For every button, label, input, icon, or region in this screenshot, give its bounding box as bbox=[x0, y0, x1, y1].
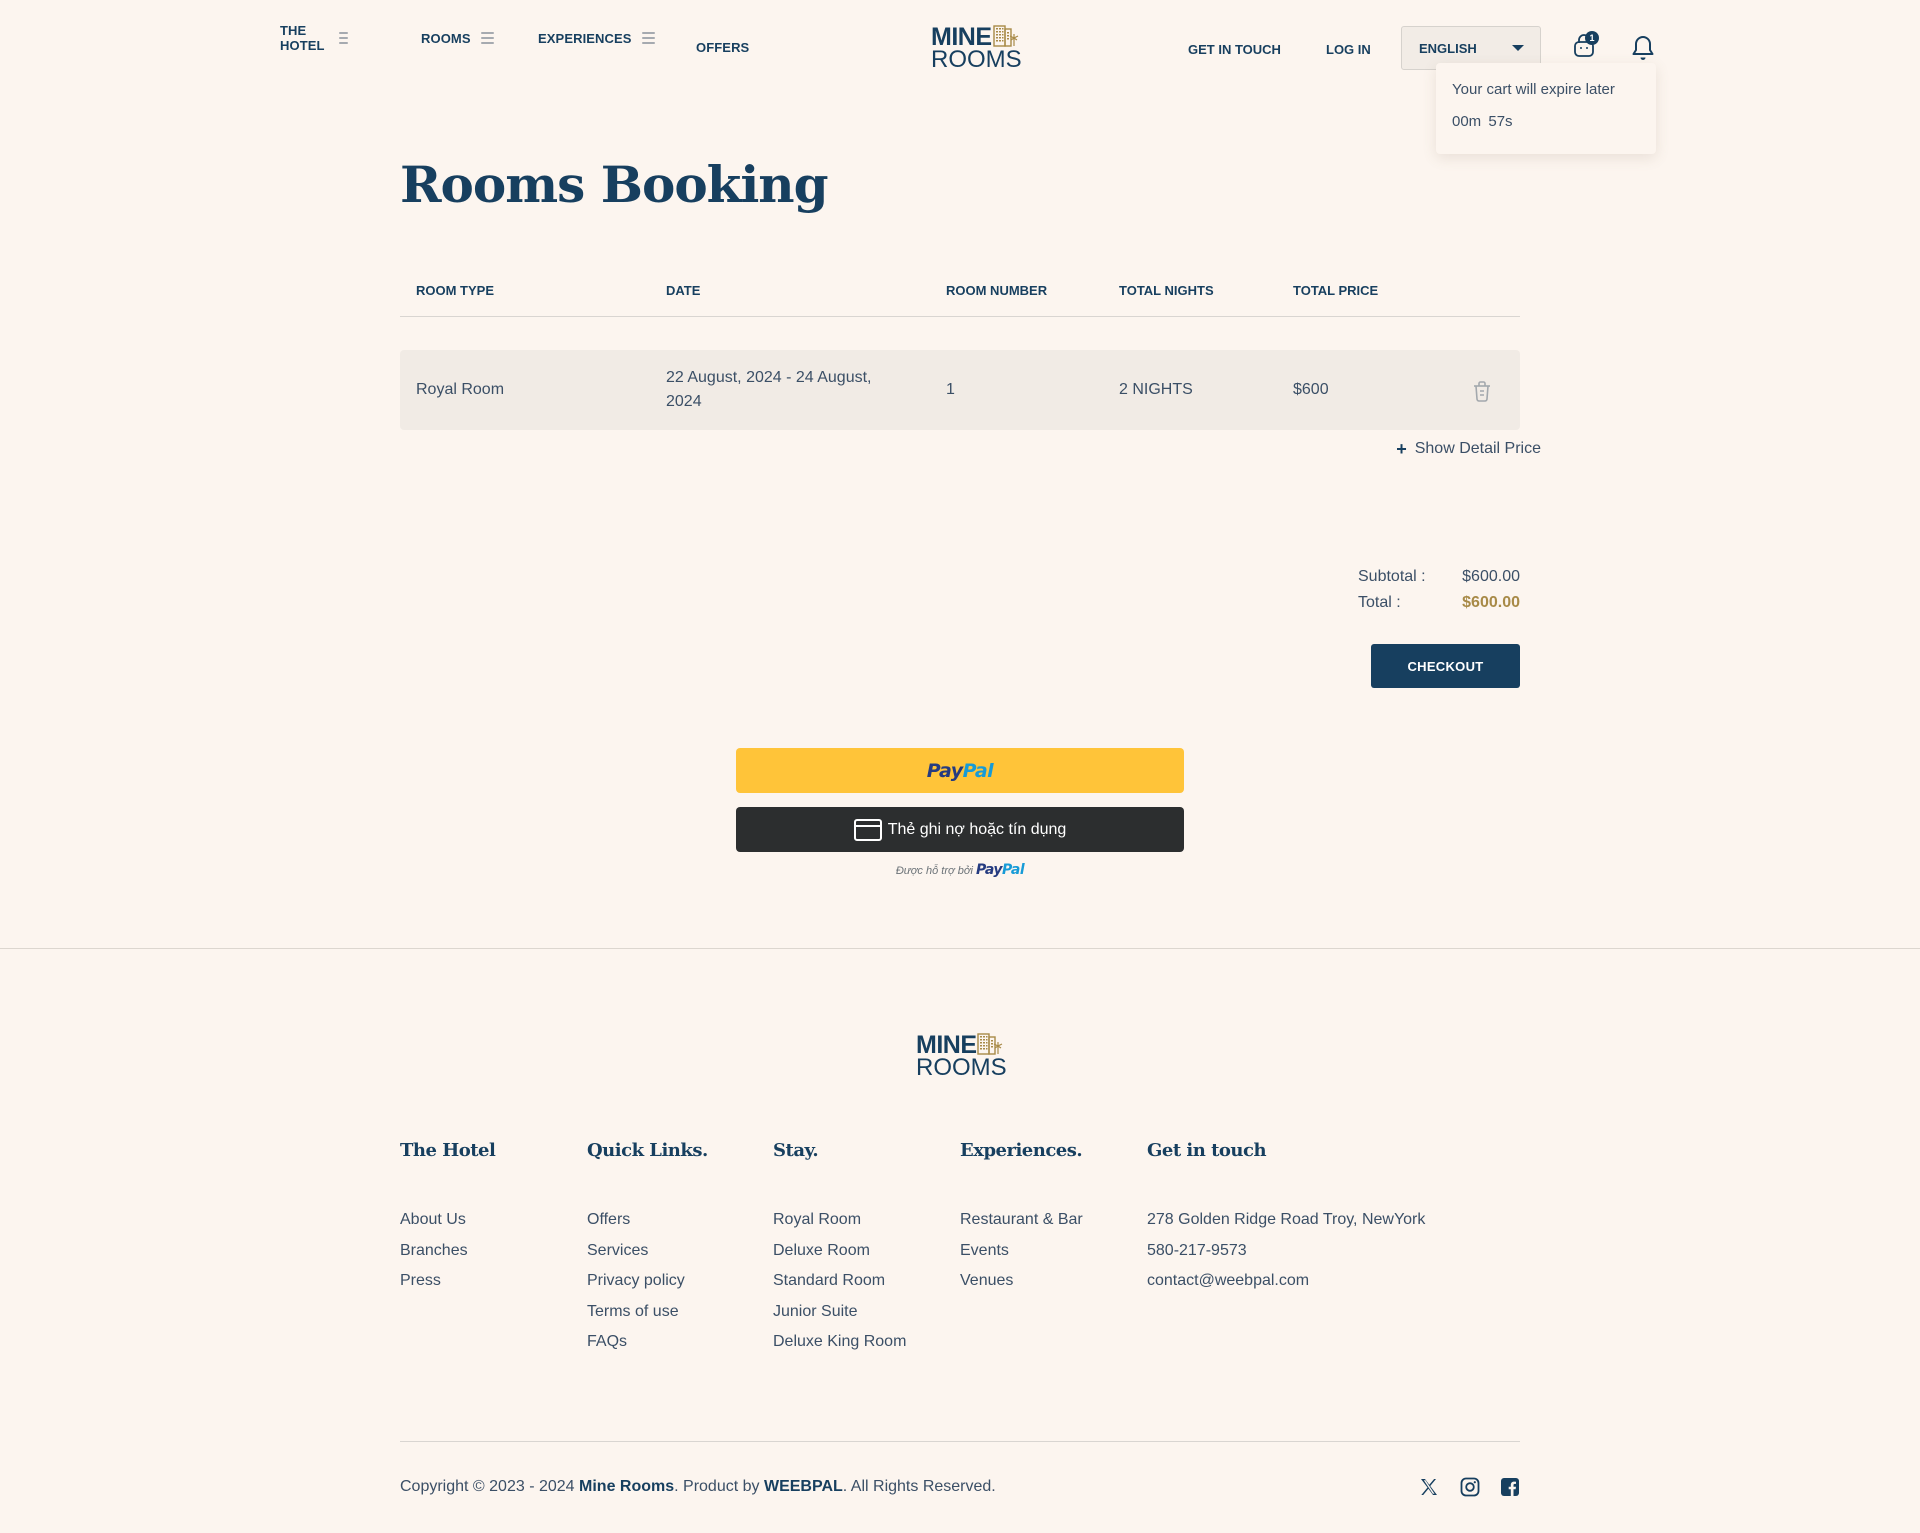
notifications-button[interactable] bbox=[1631, 34, 1655, 62]
footer-link[interactable]: Deluxe Room bbox=[773, 1242, 906, 1273]
header-date: DATE bbox=[666, 283, 701, 298]
x-link[interactable] bbox=[1419, 1477, 1439, 1497]
header-room-number: ROOM NUMBER bbox=[946, 283, 1048, 298]
table-row: Royal Room 22 August, 2024 - 24 August, … bbox=[400, 350, 1520, 430]
paypal-logo: PayPal bbox=[975, 862, 1025, 878]
footer-column-title: Stay. bbox=[773, 1140, 819, 1161]
footer-link[interactable]: Privacy policy bbox=[587, 1272, 708, 1303]
company-name: WEEBPAL bbox=[763, 1478, 843, 1495]
delete-row-button[interactable] bbox=[1472, 380, 1492, 402]
contact-email[interactable]: contact@weebpal.com bbox=[1147, 1272, 1425, 1303]
cart-expiry-popup: Your cart will expire later 00m 57s bbox=[1436, 63, 1656, 154]
footer-column-title: Experiences. bbox=[960, 1140, 1083, 1161]
hotel-building-icon bbox=[977, 1033, 1003, 1055]
instagram-icon bbox=[1460, 1477, 1480, 1497]
table-header: ROOM TYPE DATE ROOM NUMBER TOTAL NIGHTS … bbox=[400, 270, 1520, 317]
nav-offers[interactable]: OFFERS bbox=[696, 40, 749, 55]
footer-bottom-divider bbox=[400, 1441, 1520, 1442]
menu-icon bbox=[339, 32, 348, 44]
footer-column-title: The Hotel bbox=[400, 1140, 496, 1161]
x-icon bbox=[1421, 1479, 1437, 1495]
footer-link[interactable]: Royal Room bbox=[773, 1211, 906, 1242]
nav-experiences[interactable]: EXPERIENCES bbox=[538, 31, 655, 46]
nav-the-hotel[interactable]: THE HOTEL bbox=[280, 23, 348, 53]
menu-icon bbox=[480, 32, 494, 44]
paypal-button[interactable]: PayPal bbox=[736, 748, 1184, 793]
site-header: THE HOTEL ROOMS EXPERIENCES OFFERS MINE … bbox=[0, 0, 1920, 154]
footer-link[interactable]: Venues bbox=[960, 1272, 1083, 1303]
copyright-text: Copyright © 2023 - 2024 Mine Rooms. Prod… bbox=[400, 1478, 996, 1495]
cart-button[interactable]: 1 bbox=[1573, 31, 1599, 60]
cell-total-price: $600 bbox=[1293, 381, 1329, 398]
footer-column-experiences: Experiences. Restaurant & Bar Events Ven… bbox=[960, 1140, 1083, 1303]
hotel-building-icon bbox=[993, 25, 1019, 47]
contact-address: 278 Golden Ridge Road Troy, NewYork bbox=[1147, 1211, 1426, 1228]
facebook-icon bbox=[1501, 1478, 1519, 1496]
footer-divider bbox=[0, 948, 1920, 949]
cart-expiry-message: Your cart will expire later bbox=[1452, 81, 1615, 98]
footer-link[interactable]: Junior Suite bbox=[773, 1303, 906, 1334]
header-total-price: TOTAL PRICE bbox=[1293, 283, 1379, 298]
brand-name: Mine Rooms bbox=[579, 1478, 675, 1495]
footer-column-quick-links: Quick Links. Offers Services Privacy pol… bbox=[587, 1140, 708, 1364]
footer-link[interactable]: Deluxe King Room bbox=[773, 1333, 906, 1364]
footer-column-title: Quick Links. bbox=[587, 1140, 708, 1161]
show-detail-price-toggle[interactable]: + Show Detail Price bbox=[1396, 440, 1541, 458]
footer-link[interactable]: Offers bbox=[587, 1211, 708, 1242]
page-title: Rooms Booking bbox=[400, 155, 829, 214]
site-logo[interactable]: MINE ROOMS bbox=[931, 25, 1022, 72]
cell-room-number: 1 bbox=[946, 381, 955, 398]
total-value: $600.00 bbox=[1462, 594, 1520, 611]
footer-link[interactable]: Events bbox=[960, 1242, 1083, 1273]
nav-rooms[interactable]: ROOMS bbox=[421, 31, 494, 46]
facebook-link[interactable] bbox=[1500, 1477, 1520, 1497]
footer-link[interactable]: Restaurant & Bar bbox=[960, 1211, 1083, 1242]
footer-link[interactable]: Branches bbox=[400, 1242, 495, 1273]
footer-column-stay: Stay. Royal Room Deluxe Room Standard Ro… bbox=[773, 1140, 906, 1364]
powered-by-paypal: Được hỗ trợ bởi PayPal bbox=[895, 862, 1025, 878]
footer-link[interactable]: Terms of use bbox=[587, 1303, 708, 1334]
cell-room-type: Royal Room bbox=[416, 381, 505, 398]
subtotal-value: $600.00 bbox=[1462, 568, 1520, 585]
footer-link[interactable]: About Us bbox=[400, 1211, 495, 1242]
cell-total-nights: 2 NIGHTS bbox=[1119, 381, 1193, 398]
footer-link[interactable]: FAQs bbox=[587, 1333, 708, 1364]
footer-link[interactable]: Services bbox=[587, 1242, 708, 1273]
footer-column-the-hotel: The Hotel About Us Branches Press bbox=[400, 1140, 496, 1303]
log-in-link[interactable]: LOG IN bbox=[1326, 42, 1371, 57]
cell-date: 22 August, 2024 - 24 August, 2024 bbox=[666, 369, 872, 410]
footer-logo[interactable]: MINE ROOMS bbox=[916, 1033, 1007, 1080]
plus-icon: + bbox=[1396, 439, 1407, 459]
order-totals: Subtotal : $600.00 Total : $600.00 bbox=[1358, 564, 1520, 616]
subtotal-label: Subtotal : bbox=[1358, 568, 1426, 585]
bell-icon bbox=[1632, 36, 1654, 60]
footer-link[interactable]: Press bbox=[400, 1272, 495, 1303]
total-label: Total : bbox=[1358, 594, 1401, 611]
paypal-logo: PayPal bbox=[926, 759, 994, 782]
cart-count-badge: 1 bbox=[1585, 31, 1599, 45]
instagram-link[interactable] bbox=[1460, 1477, 1480, 1497]
header-total-nights: TOTAL NIGHTS bbox=[1119, 283, 1214, 298]
checkout-button[interactable]: CHECKOUT bbox=[1371, 644, 1520, 688]
header-room-type: ROOM TYPE bbox=[416, 283, 495, 298]
trash-icon bbox=[1474, 381, 1490, 402]
get-in-touch-link[interactable]: GET IN TOUCH bbox=[1188, 42, 1281, 57]
footer-column-title: Get in touch bbox=[1147, 1140, 1267, 1161]
booking-table: ROOM TYPE DATE ROOM NUMBER TOTAL NIGHTS … bbox=[400, 270, 1520, 430]
contact-phone[interactable]: 580-217-9573 bbox=[1147, 1242, 1425, 1273]
footer-column-get-in-touch: Get in touch 278 Golden Ridge Road Troy,… bbox=[1147, 1140, 1425, 1303]
credit-card-icon bbox=[853, 818, 882, 841]
menu-icon bbox=[641, 32, 655, 44]
caret-down-icon bbox=[1512, 45, 1524, 51]
debit-credit-card-button[interactable]: Thẻ ghi nợ hoặc tín dụng bbox=[736, 807, 1184, 852]
cart-expiry-timer: 00m 57s bbox=[1452, 113, 1513, 130]
footer-link[interactable]: Standard Room bbox=[773, 1272, 906, 1303]
